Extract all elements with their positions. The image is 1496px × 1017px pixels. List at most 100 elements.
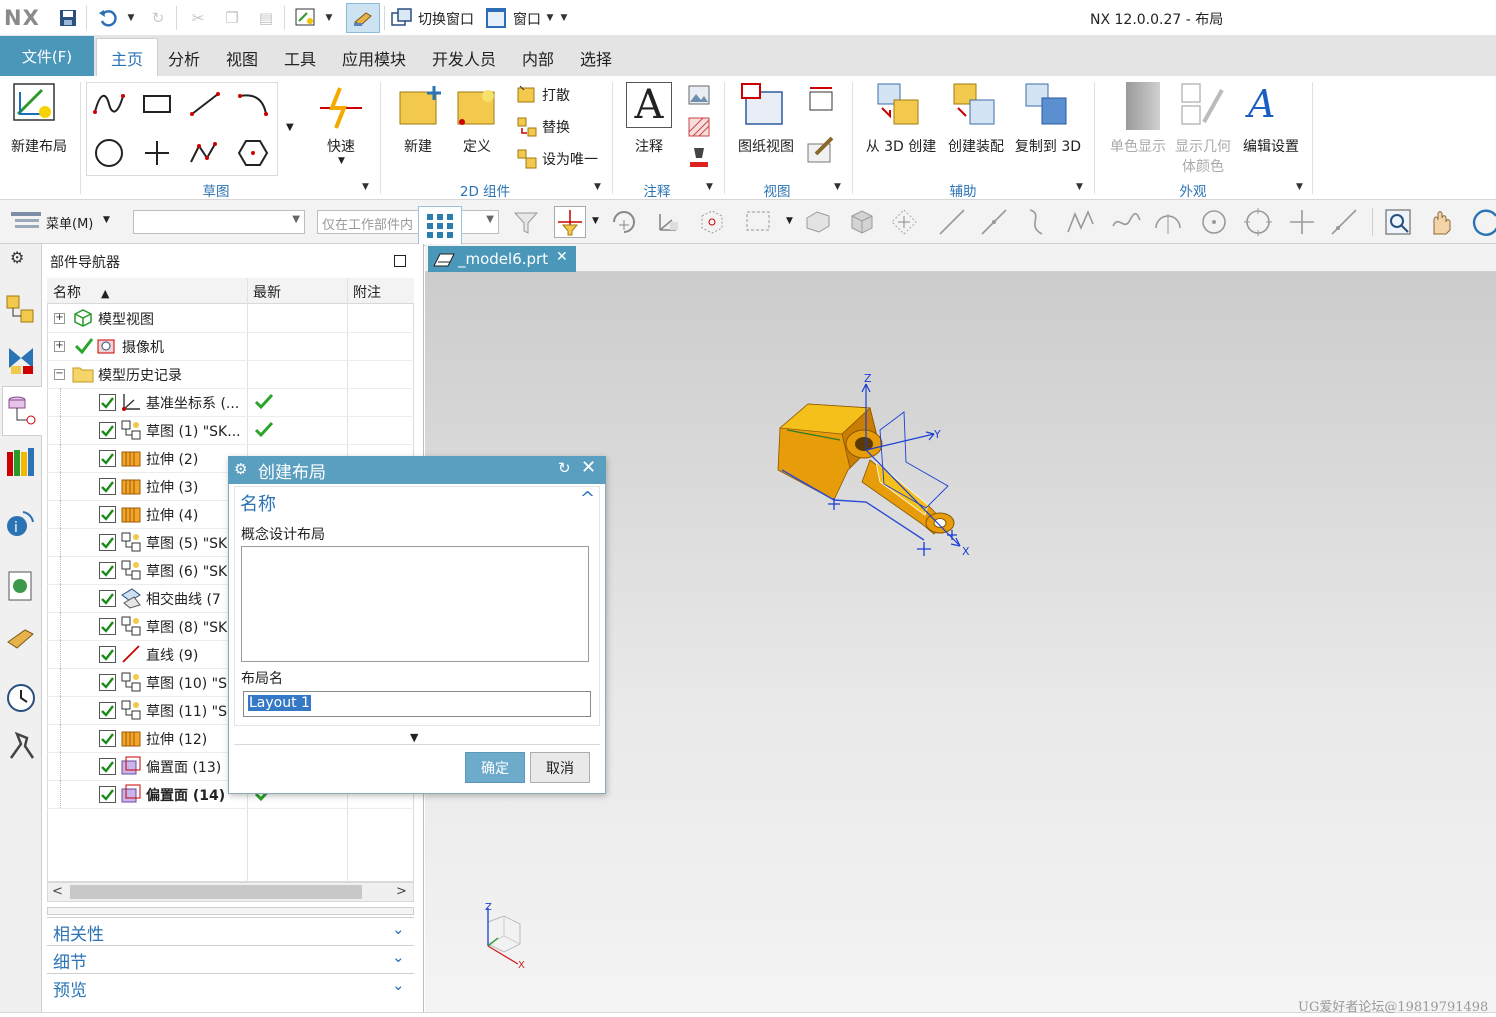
feature-visibility-checkbox[interactable]: [99, 534, 116, 551]
drawing-view-label[interactable]: 图纸视图: [734, 136, 798, 156]
selection-filter-dropdown-icon[interactable]: ▼: [592, 216, 599, 226]
column-header-latest[interactable]: 最新: [247, 278, 347, 304]
dialog-settings-icon[interactable]: ⚙: [234, 460, 247, 478]
note-annotation-label[interactable]: 注释: [626, 136, 672, 156]
tree-item-label[interactable]: 草图 (5) "SK: [146, 533, 227, 553]
reuse-library-icon[interactable]: [5, 446, 37, 478]
tree-item-label[interactable]: 偏置面 (14): [146, 785, 225, 805]
navigator-maximize-icon[interactable]: [394, 255, 406, 267]
fit-view-icon[interactable]: [1382, 206, 1414, 242]
define-component-label[interactable]: 定义: [454, 136, 500, 156]
line-tool-icon[interactable]: [188, 90, 222, 122]
show-geometry-color-icon[interactable]: [1180, 82, 1226, 132]
dependencies-panel-label[interactable]: 相关性: [53, 920, 104, 945]
tree-item-label[interactable]: 摄像机: [122, 337, 164, 357]
solid-box-icon[interactable]: [802, 206, 834, 242]
studio-spline-icon[interactable]: [92, 90, 126, 122]
tab-selection[interactable]: 选择: [580, 46, 612, 70]
chevron-up-icon[interactable]: ^: [580, 488, 595, 509]
new-layout-label[interactable]: 新建布局: [6, 136, 72, 156]
chevron-down-icon[interactable]: ⌄: [392, 920, 405, 938]
column-header-notes[interactable]: 附注: [347, 278, 414, 304]
menu-dropdown-icon[interactable]: ▼: [103, 215, 110, 225]
undo-icon[interactable]: [96, 6, 120, 30]
details-panel-label[interactable]: 细节: [53, 948, 87, 973]
collapse-icon[interactable]: −: [54, 369, 65, 380]
wcs-icon[interactable]: [654, 206, 686, 242]
polyline-snap-icon[interactable]: [1064, 206, 1096, 242]
copy-to-3d-label[interactable]: 复制到 3D: [1012, 136, 1084, 156]
tree-item-label[interactable]: 直线 (9): [146, 645, 198, 665]
hand-pointer-icon[interactable]: [351, 6, 375, 30]
select-method-dropdown-icon[interactable]: ▼: [786, 216, 793, 226]
tree-item-label[interactable]: 草图 (1) "SK...: [146, 421, 241, 441]
curve-snap-icon[interactable]: [1020, 206, 1052, 242]
quadrant-snap-icon[interactable]: [1242, 206, 1274, 242]
history-clock-icon[interactable]: [5, 682, 37, 714]
quick-trim-icon[interactable]: [318, 84, 364, 134]
model-3d-view[interactable]: Z Y X: [760, 370, 980, 570]
solid-cube-icon[interactable]: [846, 206, 878, 242]
drawing-view-icon[interactable]: [740, 82, 786, 132]
tree-item-label[interactable]: 草图 (6) "SK: [146, 561, 227, 581]
feature-visibility-checkbox[interactable]: [99, 702, 116, 719]
expand-icon[interactable]: +: [54, 313, 65, 324]
file-menu-tab[interactable]: 文件(F): [0, 36, 94, 76]
create-from-3d-label[interactable]: 从 3D 创建: [864, 136, 938, 156]
create-from-3d-icon[interactable]: [876, 82, 922, 132]
tree-item-label[interactable]: 模型视图: [98, 309, 154, 329]
midpoint-snap-icon[interactable]: [978, 206, 1010, 242]
view-update-icon[interactable]: [806, 84, 836, 118]
details-panel[interactable]: [47, 945, 414, 973]
mono-display-icon[interactable]: [1126, 82, 1160, 130]
menu-button-label[interactable]: 菜单(M): [46, 213, 93, 232]
tree-item-label[interactable]: 草图 (8) "SK: [146, 617, 227, 637]
copy-to-3d-icon[interactable]: [1024, 82, 1070, 132]
dialog-close-icon[interactable]: ✕: [581, 457, 596, 478]
constraint-navigator-icon[interactable]: [5, 344, 37, 376]
hd3d-tools-icon[interactable]: i: [5, 506, 37, 538]
feature-visibility-checkbox[interactable]: [99, 618, 116, 635]
window-icon[interactable]: [484, 6, 508, 30]
show-geometry-color-label-2[interactable]: 体颜色: [1170, 156, 1236, 176]
preview-panel-label[interactable]: 预览: [53, 976, 87, 1001]
window-menu-label[interactable]: 窗口: [513, 9, 541, 29]
tree-item-label[interactable]: 拉伸 (12): [146, 729, 207, 749]
panel-splitter[interactable]: [47, 907, 414, 915]
feature-visibility-checkbox[interactable]: [99, 646, 116, 663]
concept-layout-list[interactable]: [241, 546, 589, 662]
new-component-icon[interactable]: [398, 84, 444, 134]
edit-settings-label[interactable]: 编辑设置: [1240, 136, 1302, 156]
arc-tool-icon[interactable]: [236, 90, 270, 122]
customize-qa-dropdown-icon[interactable]: ▼: [558, 6, 570, 30]
copy-icon[interactable]: ❐: [220, 6, 244, 30]
tree-item-label[interactable]: 拉伸 (2): [146, 449, 198, 469]
tab-tools[interactable]: 工具: [284, 46, 316, 70]
undo-dropdown-icon[interactable]: ▼: [124, 6, 138, 30]
feature-visibility-checkbox[interactable]: [99, 394, 116, 411]
feature-visibility-checkbox[interactable]: [99, 590, 116, 607]
tab-applications[interactable]: 应用模块: [342, 46, 406, 70]
mono-display-label[interactable]: 单色显示: [1106, 136, 1170, 156]
snap-vertices-icon[interactable]: [888, 206, 920, 242]
new-component-label[interactable]: 新建: [396, 136, 440, 156]
point-tool-icon[interactable]: [140, 138, 174, 172]
feature-visibility-checkbox[interactable]: [99, 758, 116, 775]
annotation-group-dropdown-icon[interactable]: ▼: [706, 182, 713, 192]
quick-trim-dropdown-icon[interactable]: ▼: [338, 156, 345, 166]
dialog-reset-icon[interactable]: ↻: [558, 459, 571, 477]
cut-icon[interactable]: ✂: [186, 6, 210, 30]
feature-visibility-checkbox[interactable]: [99, 450, 116, 467]
tree-item-label[interactable]: 模型历史记录: [98, 365, 182, 385]
expand-icon[interactable]: +: [54, 341, 65, 352]
ok-button[interactable]: 确定: [465, 752, 525, 783]
chevron-down-icon[interactable]: ⌄: [392, 976, 405, 994]
make-unique-label[interactable]: 设为唯一: [542, 149, 598, 169]
name-section-header[interactable]: 名称: [240, 490, 276, 516]
note-annotation-icon[interactable]: A: [626, 82, 672, 128]
circle-center-snap-icon[interactable]: [1198, 206, 1230, 242]
aux-group-dropdown-icon[interactable]: ▼: [1076, 182, 1083, 192]
rectangle-icon[interactable]: [140, 90, 174, 122]
arc-center-snap-icon[interactable]: [1152, 206, 1184, 242]
preview-panel[interactable]: [47, 973, 414, 1001]
